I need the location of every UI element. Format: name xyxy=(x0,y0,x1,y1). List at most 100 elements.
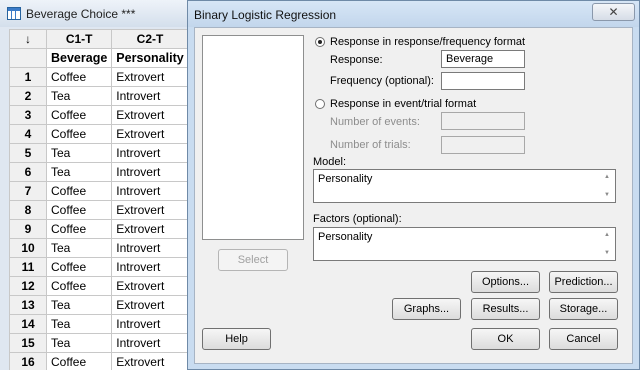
column-name-beverage[interactable]: Beverage xyxy=(45,48,113,68)
events-label: Number of events: xyxy=(330,116,420,128)
graphs-button[interactable]: Graphs... xyxy=(392,298,461,320)
table-row: 11 Coffee Introvert xyxy=(9,257,189,277)
trials-input[interactable] xyxy=(441,136,525,154)
beverage-cell[interactable]: Coffee xyxy=(45,257,113,277)
beverage-cell[interactable]: Tea xyxy=(45,86,113,106)
row-number[interactable]: 2 xyxy=(9,86,47,106)
row-number[interactable]: 12 xyxy=(9,276,47,296)
help-button[interactable]: Help xyxy=(202,328,271,350)
response-frequency-label: Response in response/frequency format xyxy=(330,36,526,48)
table-row: 8 Coffee Extrovert xyxy=(9,200,189,220)
event-trial-label: Response in event/trial format xyxy=(330,98,477,110)
close-button[interactable]: ✕ xyxy=(592,3,635,21)
column-name-personality[interactable]: Personality xyxy=(111,48,189,68)
model-textbox[interactable]: Personality ▲ ▼ xyxy=(313,169,616,203)
beverage-cell[interactable]: Tea xyxy=(45,238,113,258)
row-number[interactable]: 9 xyxy=(9,219,47,239)
personality-cell[interactable]: Introvert xyxy=(111,86,189,106)
select-button[interactable]: Select xyxy=(218,249,288,271)
row-number[interactable]: 8 xyxy=(9,200,47,220)
personality-cell[interactable]: Extrovert xyxy=(111,295,189,315)
personality-cell[interactable]: Extrovert xyxy=(111,200,189,220)
worksheet-title-bar[interactable]: Beverage Choice *** xyxy=(0,0,200,27)
personality-cell[interactable]: Introvert xyxy=(111,181,189,201)
beverage-cell[interactable]: Tea xyxy=(45,143,113,163)
event-trial-radio[interactable] xyxy=(315,99,325,109)
variable-list[interactable] xyxy=(202,35,304,240)
worksheet-window: Beverage Choice *** ↓ C1-T C2-T Beverage… xyxy=(0,0,200,370)
table-row: 2 Tea Introvert xyxy=(9,86,189,106)
frequency-label: Frequency (optional): xyxy=(330,75,434,87)
factors-textbox[interactable]: Personality ▲ ▼ xyxy=(313,227,616,261)
personality-cell[interactable]: Introvert xyxy=(111,257,189,277)
table-row: 9 Coffee Extrovert xyxy=(9,219,189,239)
row-number[interactable]: 16 xyxy=(9,352,47,370)
factors-value: Personality xyxy=(318,231,373,243)
beverage-cell[interactable]: Tea xyxy=(45,314,113,334)
personality-cell[interactable]: Extrovert xyxy=(111,67,189,87)
table-row: 6 Tea Introvert xyxy=(9,162,189,182)
row-number[interactable]: 7 xyxy=(9,181,47,201)
trials-label: Number of trials: xyxy=(330,139,411,151)
frequency-input[interactable] xyxy=(441,72,525,90)
dialog-client-area: Select Response in response/frequency fo… xyxy=(194,27,633,364)
personality-cell[interactable]: Extrovert xyxy=(111,352,189,370)
binary-logistic-regression-dialog: Binary Logistic Regression ✕ Select Resp… xyxy=(187,0,640,370)
results-button[interactable]: Results... xyxy=(471,298,540,320)
worksheet-grid: ↓ C1-T C2-T Beverage Personality 1 Coffee… xyxy=(9,29,189,370)
table-row: 1 Coffee Extrovert xyxy=(9,67,189,87)
personality-cell[interactable]: Extrovert xyxy=(111,219,189,239)
row-header-blank xyxy=(9,48,47,68)
row-number[interactable]: 6 xyxy=(9,162,47,182)
table-row: 16 Coffee Extrovert xyxy=(9,352,189,370)
beverage-cell[interactable]: Coffee xyxy=(45,200,113,220)
worksheet-title: Beverage Choice *** xyxy=(26,7,136,21)
response-input[interactable]: Beverage xyxy=(441,50,525,68)
model-scrollbar[interactable]: ▲ ▼ xyxy=(601,170,615,202)
column-id-c1[interactable]: C1-T xyxy=(45,29,113,49)
row-number[interactable]: 10 xyxy=(9,238,47,258)
personality-cell[interactable]: Introvert xyxy=(111,314,189,334)
beverage-cell[interactable]: Coffee xyxy=(45,181,113,201)
row-number[interactable]: 14 xyxy=(9,314,47,334)
personality-cell[interactable]: Extrovert xyxy=(111,276,189,296)
table-row: 4 Coffee Extrovert xyxy=(9,124,189,144)
beverage-cell[interactable]: Tea xyxy=(45,333,113,353)
row-number[interactable]: 13 xyxy=(9,295,47,315)
table-row: 5 Tea Introvert xyxy=(9,143,189,163)
row-number[interactable]: 11 xyxy=(9,257,47,277)
storage-button[interactable]: Storage... xyxy=(549,298,618,320)
beverage-cell[interactable]: Coffee xyxy=(45,276,113,296)
options-button[interactable]: Options... xyxy=(471,271,540,293)
cancel-button[interactable]: Cancel xyxy=(549,328,618,350)
beverage-cell[interactable]: Coffee xyxy=(45,124,113,144)
personality-cell[interactable]: Introvert xyxy=(111,143,189,163)
beverage-cell[interactable]: Tea xyxy=(45,162,113,182)
response-frequency-radio[interactable] xyxy=(315,37,325,47)
prediction-button[interactable]: Prediction... xyxy=(549,271,618,293)
row-number[interactable]: 5 xyxy=(9,143,47,163)
beverage-cell[interactable]: Coffee xyxy=(45,352,113,370)
personality-cell[interactable]: Introvert xyxy=(111,333,189,353)
dialog-title-bar[interactable]: Binary Logistic Regression ✕ xyxy=(188,1,639,27)
row-number[interactable]: 15 xyxy=(9,333,47,353)
beverage-cell[interactable]: Coffee xyxy=(45,219,113,239)
column-name-row: Beverage Personality xyxy=(9,48,189,68)
personality-cell[interactable]: Extrovert xyxy=(111,124,189,144)
beverage-cell[interactable]: Coffee xyxy=(45,105,113,125)
column-id-c2[interactable]: C2-T xyxy=(111,29,189,49)
factors-scrollbar[interactable]: ▲ ▼ xyxy=(601,228,615,260)
events-input[interactable] xyxy=(441,112,525,130)
row-number[interactable]: 1 xyxy=(9,67,47,87)
beverage-cell[interactable]: Coffee xyxy=(45,67,113,87)
row-number[interactable]: 3 xyxy=(9,105,47,125)
row-number[interactable]: 4 xyxy=(9,124,47,144)
data-direction-arrow[interactable]: ↓ xyxy=(9,29,47,49)
personality-cell[interactable]: Extrovert xyxy=(111,105,189,125)
dialog-title: Binary Logistic Regression xyxy=(194,8,337,22)
table-row: 7 Coffee Introvert xyxy=(9,181,189,201)
personality-cell[interactable]: Introvert xyxy=(111,238,189,258)
ok-button[interactable]: OK xyxy=(471,328,540,350)
personality-cell[interactable]: Introvert xyxy=(111,162,189,182)
beverage-cell[interactable]: Tea xyxy=(45,295,113,315)
